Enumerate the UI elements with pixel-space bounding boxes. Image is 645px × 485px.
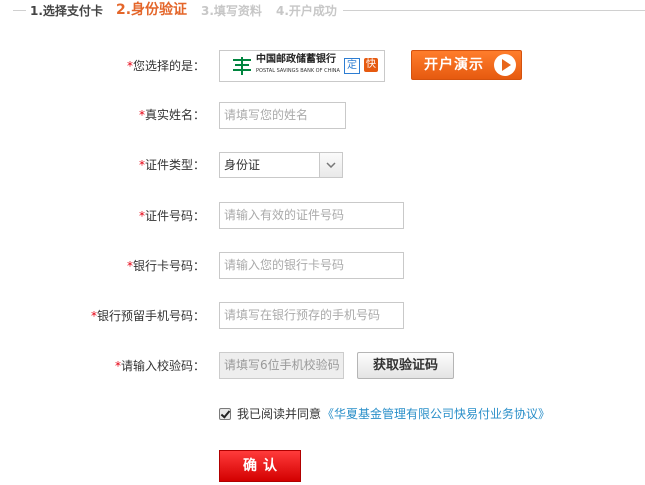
bank-name-en: POSTAL SAVINGS BANK OF CHINA (256, 68, 340, 74)
play-icon (494, 54, 516, 76)
id-type-label: *证件类型： (138, 158, 205, 172)
id-type-select[interactable]: 身份证 (219, 152, 343, 178)
bank-label: *您选择的是： (126, 59, 205, 73)
step-line-right (343, 10, 645, 11)
agreement-checkbox[interactable] (219, 408, 231, 420)
card-number-input[interactable]: 请输入您的银行卡号码 (219, 252, 404, 279)
step-identity-verification: 2.身份验证 (116, 2, 188, 18)
confirm-button[interactable]: 确认 (219, 450, 301, 482)
id-number-label: *证件号码： (138, 209, 205, 223)
id-number-input[interactable]: 请输入有效的证件号码 (219, 202, 404, 229)
name-label: *真实姓名： (138, 108, 205, 122)
bank-name-cn: 中国邮政储蓄银行 (256, 54, 336, 65)
chevron-down-icon[interactable] (319, 153, 342, 177)
card-number-label: *银行卡号码： (126, 259, 205, 273)
verify-code-label: *请输入校验码： (114, 359, 205, 373)
step-open-success: 4.开户成功 (276, 4, 337, 18)
tag-ding-icon: 定 (344, 58, 360, 74)
open-account-demo-button[interactable]: 开户演示 (411, 50, 522, 80)
id-type-value: 身份证 (224, 158, 261, 172)
demo-button-label: 开户演示 (424, 57, 484, 73)
phone-label: *银行预留手机号码： (90, 309, 205, 323)
psbc-logo-icon (233, 57, 251, 75)
step-fill-info: 3.填写资料 (201, 4, 262, 18)
step-line-left (13, 10, 26, 11)
step-select-card: 1.选择支付卡 (30, 4, 103, 18)
phone-input[interactable]: 请填写在银行预存的手机号码 (219, 302, 404, 329)
tag-kuai-icon: 快 (364, 58, 378, 72)
agreement-link[interactable]: 《华夏基金管理有限公司快易付业务协议》 (322, 406, 550, 422)
agreement-text: 我已阅读并同意 (237, 407, 322, 421)
get-verify-code-button[interactable]: 获取验证码 (357, 352, 454, 379)
real-name-input[interactable]: 请填写您的姓名 (219, 102, 346, 129)
verify-code-input[interactable]: 请填写6位手机校验码 (219, 352, 344, 379)
selected-bank-card: 中国邮政储蓄银行 POSTAL SAVINGS BANK OF CHINA 定 … (219, 50, 385, 82)
